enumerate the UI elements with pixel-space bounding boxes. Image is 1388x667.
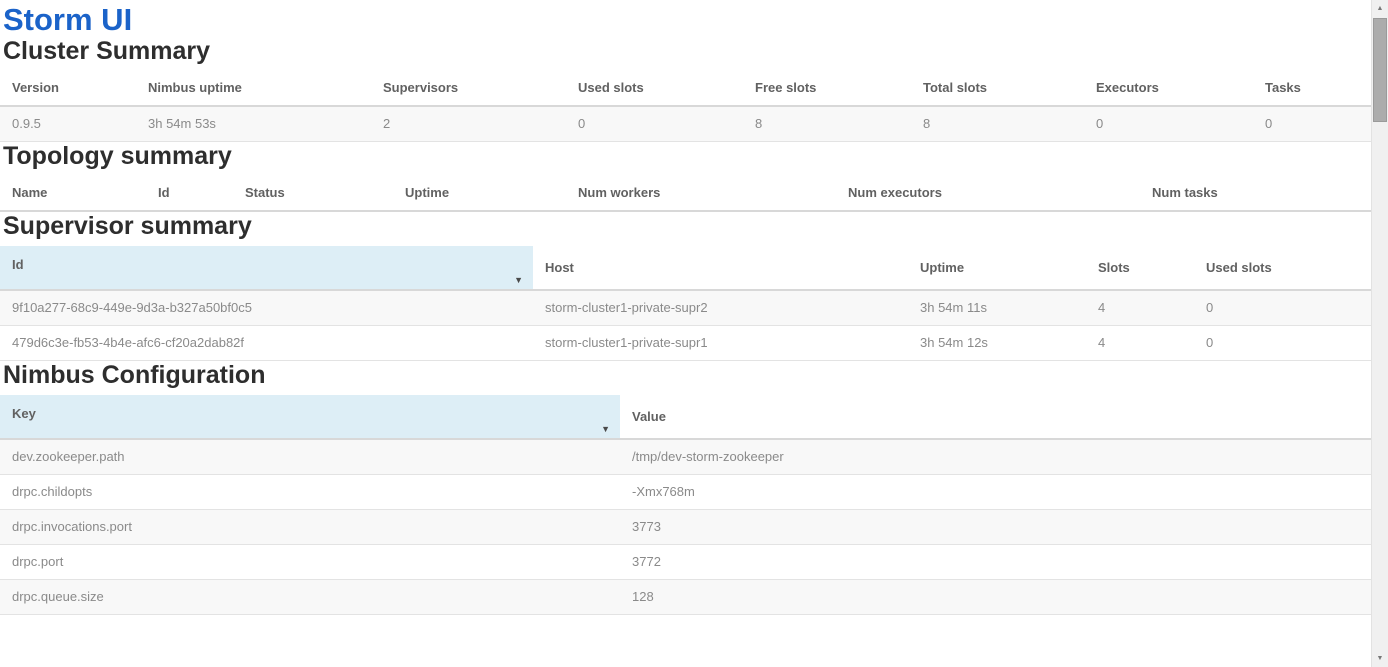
table-cell-config-value: -Xmx768m <box>620 475 1371 510</box>
nimbus-configuration-table: Key ▼ Value dev.zookeeper.path /tmp/dev-… <box>0 395 1371 615</box>
column-header-total-slots: Total slots <box>911 71 1084 106</box>
topology-summary-heading: Topology summary <box>3 142 1371 170</box>
table-cell-supervisor-id: 479d6c3e-fb53-4b4e-afc6-cf20a2dab82f <box>0 326 533 361</box>
table-cell-host: storm-cluster1-private-supr2 <box>533 290 908 326</box>
column-header-host[interactable]: Host <box>533 246 908 290</box>
table-cell-config-value: 3772 <box>620 545 1371 580</box>
column-header-used-slots[interactable]: Used slots <box>1194 246 1371 290</box>
table-cell-config-key: drpc.childopts <box>0 475 620 510</box>
column-header-slots[interactable]: Slots <box>1086 246 1194 290</box>
scroll-down-icon: ▼ <box>1377 655 1384 662</box>
table-cell-host: storm-cluster1-private-supr1 <box>533 326 908 361</box>
storm-ui-title-link[interactable]: Storm UI <box>3 3 1371 37</box>
table-header-row: Key ▼ Value <box>0 395 1371 439</box>
scroll-up-icon: ▲ <box>1377 5 1384 12</box>
table-cell-supervisors: 2 <box>371 106 566 142</box>
table-cell-executors: 0 <box>1084 106 1253 142</box>
table-row: drpc.queue.size 128 <box>0 580 1371 615</box>
table-row: 0.9.5 3h 54m 53s 2 0 8 8 0 0 <box>0 106 1371 142</box>
column-header-num-tasks: Num tasks <box>1140 176 1371 211</box>
column-header-num-executors: Num executors <box>836 176 1140 211</box>
table-cell-nimbus-uptime: 3h 54m 53s <box>136 106 371 142</box>
table-row: 9f10a277-68c9-449e-9d3a-b327a50bf0c5 sto… <box>0 290 1371 326</box>
table-cell-tasks: 0 <box>1253 106 1371 142</box>
cluster-summary-heading: Cluster Summary <box>3 37 1371 65</box>
column-header-tasks: Tasks <box>1253 71 1371 106</box>
table-cell-used-slots: 0 <box>1194 290 1371 326</box>
table-header-row: Id ▼ Host Uptime Slots Used slots <box>0 246 1371 290</box>
table-cell-config-key: drpc.invocations.port <box>0 510 620 545</box>
scrollbar-down-button[interactable]: ▼ <box>1372 650 1388 667</box>
topology-summary-table: Name Id Status Uptime Num workers Num ex… <box>0 176 1371 212</box>
table-cell-total-slots: 8 <box>911 106 1084 142</box>
table-header-row: Version Nimbus uptime Supervisors Used s… <box>0 71 1371 106</box>
table-row: dev.zookeeper.path /tmp/dev-storm-zookee… <box>0 439 1371 475</box>
sort-desc-icon: ▼ <box>514 276 523 285</box>
cluster-summary-table: Version Nimbus uptime Supervisors Used s… <box>0 71 1371 142</box>
table-cell-uptime: 3h 54m 12s <box>908 326 1086 361</box>
table-cell-config-key: drpc.queue.size <box>0 580 620 615</box>
column-header-key-sorted[interactable]: Key ▼ <box>0 395 620 439</box>
column-header-num-workers: Num workers <box>566 176 836 211</box>
column-header-free-slots: Free slots <box>743 71 911 106</box>
page-content: Storm UI Cluster Summary Version Nimbus … <box>0 0 1371 667</box>
column-header-id-sorted[interactable]: Id ▼ <box>0 246 533 290</box>
supervisor-summary-table: Id ▼ Host Uptime Slots Used slots 9f10a2… <box>0 246 1371 361</box>
table-cell-version: 0.9.5 <box>0 106 136 142</box>
column-header-uptime[interactable]: Uptime <box>908 246 1086 290</box>
table-cell-used-slots: 0 <box>566 106 743 142</box>
column-header-nimbus-uptime: Nimbus uptime <box>136 71 371 106</box>
vertical-scrollbar[interactable]: ▲ ▼ <box>1371 0 1388 667</box>
table-row: 479d6c3e-fb53-4b4e-afc6-cf20a2dab82f sto… <box>0 326 1371 361</box>
column-header-value[interactable]: Value <box>620 395 1371 439</box>
column-header-supervisors: Supervisors <box>371 71 566 106</box>
table-cell-used-slots: 0 <box>1194 326 1371 361</box>
table-cell-free-slots: 8 <box>743 106 911 142</box>
table-cell-config-value: 3773 <box>620 510 1371 545</box>
column-header-used-slots: Used slots <box>566 71 743 106</box>
column-header-id: Id <box>146 176 233 211</box>
table-header-row: Name Id Status Uptime Num workers Num ex… <box>0 176 1371 211</box>
sort-desc-icon: ▼ <box>601 425 610 434</box>
table-cell-slots: 4 <box>1086 326 1194 361</box>
column-header-version: Version <box>0 71 136 106</box>
table-row: drpc.childopts -Xmx768m <box>0 475 1371 510</box>
table-cell-config-key: drpc.port <box>0 545 620 580</box>
table-cell-config-key: dev.zookeeper.path <box>0 439 620 475</box>
table-cell-uptime: 3h 54m 11s <box>908 290 1086 326</box>
table-cell-config-value: /tmp/dev-storm-zookeeper <box>620 439 1371 475</box>
table-cell-slots: 4 <box>1086 290 1194 326</box>
supervisor-summary-heading: Supervisor summary <box>3 212 1371 240</box>
column-header-executors: Executors <box>1084 71 1253 106</box>
table-cell-supervisor-id: 9f10a277-68c9-449e-9d3a-b327a50bf0c5 <box>0 290 533 326</box>
table-cell-config-value: 128 <box>620 580 1371 615</box>
table-row: drpc.port 3772 <box>0 545 1371 580</box>
column-header-name: Name <box>0 176 146 211</box>
scrollbar-thumb[interactable] <box>1373 18 1387 122</box>
column-header-uptime: Uptime <box>393 176 566 211</box>
column-header-status: Status <box>233 176 393 211</box>
scrollbar-up-button[interactable]: ▲ <box>1372 0 1388 17</box>
nimbus-configuration-heading: Nimbus Configuration <box>3 361 1371 389</box>
table-row: drpc.invocations.port 3773 <box>0 510 1371 545</box>
